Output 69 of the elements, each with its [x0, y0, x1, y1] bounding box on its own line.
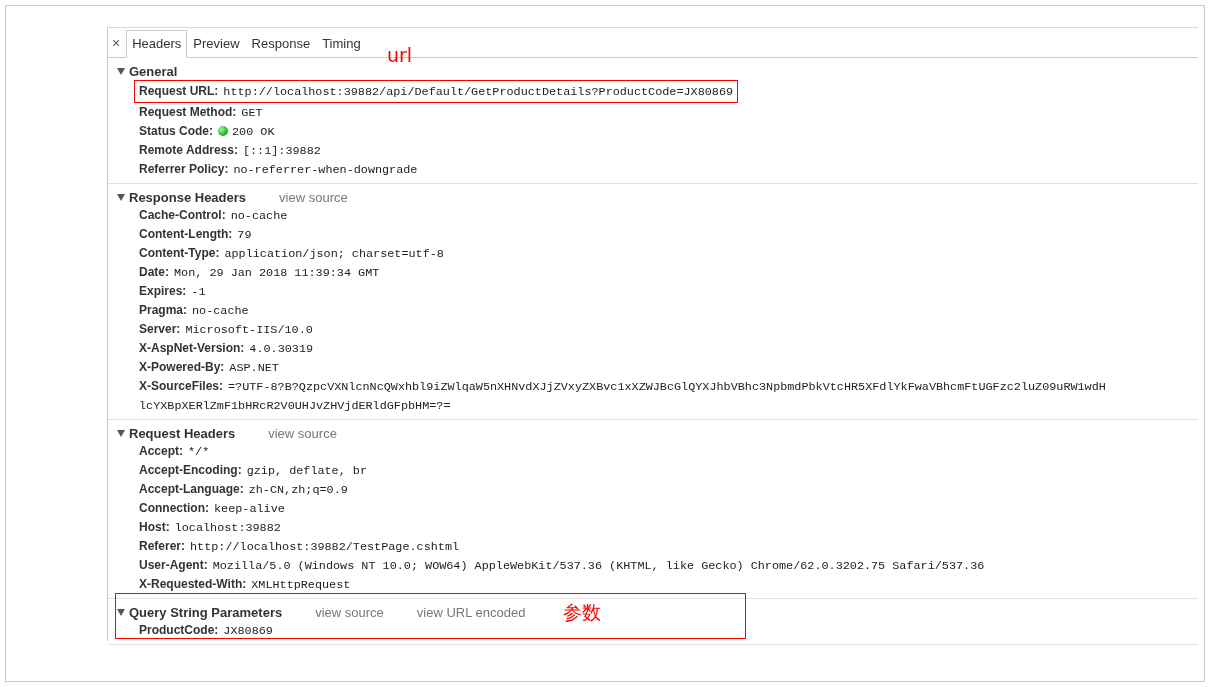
- header-name: Accept:: [139, 444, 183, 458]
- view-link[interactable]: view source: [279, 189, 348, 205]
- header-name: Server:: [139, 322, 181, 336]
- annotation-text: 参数: [563, 603, 602, 621]
- annotation-text: url: [387, 46, 413, 65]
- header-value: http://localhost:39882/api/Default/GetProductDetails?ProductCode=JX80869: [223, 85, 734, 99]
- header-name: Connection:: [139, 501, 209, 515]
- header-name: Request URL:: [139, 84, 219, 98]
- header-name: X-Requested-With:: [139, 577, 247, 591]
- header-value: zh-CN,zh;q=0.9: [248, 483, 348, 497]
- section-title[interactable]: Request Headers: [129, 425, 236, 441]
- header-value: */*: [188, 445, 210, 459]
- header-value: no-cache: [192, 304, 249, 318]
- header-name: Referer:: [139, 539, 186, 553]
- header-value: XMLHttpRequest: [251, 578, 351, 592]
- header-value: Mon, 29 Jan 2018 11:39:34 GMT: [174, 266, 380, 280]
- header-name: Accept-Language:: [139, 482, 244, 496]
- section-title[interactable]: Query String Parameters: [129, 604, 283, 620]
- tab[interactable]: Response: [245, 30, 317, 58]
- header-name: Date:: [139, 265, 169, 279]
- header-value: -1: [191, 285, 206, 299]
- disclosure-triangle-icon[interactable]: [117, 429, 125, 437]
- header-name: X-SourceFiles:: [139, 379, 224, 393]
- header-name: Request Method:: [139, 105, 237, 119]
- header-name: Expires:: [139, 284, 187, 298]
- header-name: ProductCode:: [139, 623, 219, 637]
- header-value: no-referrer-when-downgrade: [233, 163, 418, 177]
- header-value: keep-alive: [214, 502, 285, 516]
- header-value: Mozilla/5.0 (Windows NT 10.0; WOW64) AppleWebKit/537.36 (KHTML, like Gecko) Chrome/62.0.3202.75 Safari/537.36: [212, 559, 985, 573]
- header-value: lcYXBpXERlZmF1bHRcR2V0UHJvZHVjdERldGFpbHM=?=: [139, 398, 451, 415]
- header-value: http://localhost:39882/TestPage.cshtml: [190, 540, 460, 554]
- section-title[interactable]: General: [129, 63, 178, 79]
- tab[interactable]: Headers: [126, 30, 188, 58]
- view-link[interactable]: view source: [268, 425, 337, 441]
- close-button[interactable]: ×: [110, 35, 127, 57]
- header-value: 79: [237, 228, 252, 242]
- header-value: gzip, deflate, br: [246, 464, 368, 478]
- header-name: Remote Address:: [139, 143, 238, 157]
- header-value: 4.0.30319: [249, 342, 314, 356]
- header-value: Microsoft-IIS/10.0: [185, 323, 313, 337]
- header-value: =?UTF-8?B?QzpcVXNlcnNcQWxhbl9iZWlqaW5nXHNvdXJjZVxyZXBvc1xXZWJBcGlQYXJhbVBhc3NpbmdPbkVtcHR5XFdlYkFwaVBhcmFtUGFzc2luZ09uRW1wdH: [228, 380, 1106, 394]
- status-dot-icon: [218, 126, 228, 136]
- header-name: Host:: [139, 520, 170, 534]
- header-name: Pragma:: [139, 303, 188, 317]
- header-value: GET: [241, 106, 263, 120]
- header-value: JX80869: [223, 624, 273, 638]
- header-name: Status Code:: [139, 124, 213, 138]
- header-name: Content-Length:: [139, 227, 233, 241]
- section-title[interactable]: Response Headers: [129, 189, 247, 205]
- header-value: 200 OK: [232, 125, 275, 139]
- header-name: X-AspNet-Version:: [139, 341, 245, 355]
- disclosure-triangle-icon[interactable]: [117, 608, 125, 616]
- header-value: localhost:39882: [174, 521, 281, 535]
- header-name: Referrer Policy:: [139, 162, 229, 176]
- header-value: application/json; charset=utf-8: [224, 247, 444, 261]
- header-name: Cache-Control:: [139, 208, 226, 222]
- header-value: [::1]:39882: [242, 144, 321, 158]
- header-value: ASP.NET: [229, 361, 279, 375]
- tab[interactable]: Preview: [187, 30, 246, 58]
- header-name: Content-Type:: [139, 246, 220, 260]
- tab[interactable]: Timing: [316, 30, 367, 58]
- disclosure-triangle-icon[interactable]: [117, 193, 125, 201]
- header-name: X-Powered-By:: [139, 360, 225, 374]
- view-link[interactable]: view source: [315, 604, 384, 620]
- header-value: no-cache: [230, 209, 288, 223]
- view-link[interactable]: view URL encoded: [416, 604, 526, 620]
- header-name: User-Agent:: [139, 558, 208, 572]
- header-name: Accept-Encoding:: [139, 463, 242, 477]
- disclosure-triangle-icon[interactable]: [117, 67, 125, 75]
